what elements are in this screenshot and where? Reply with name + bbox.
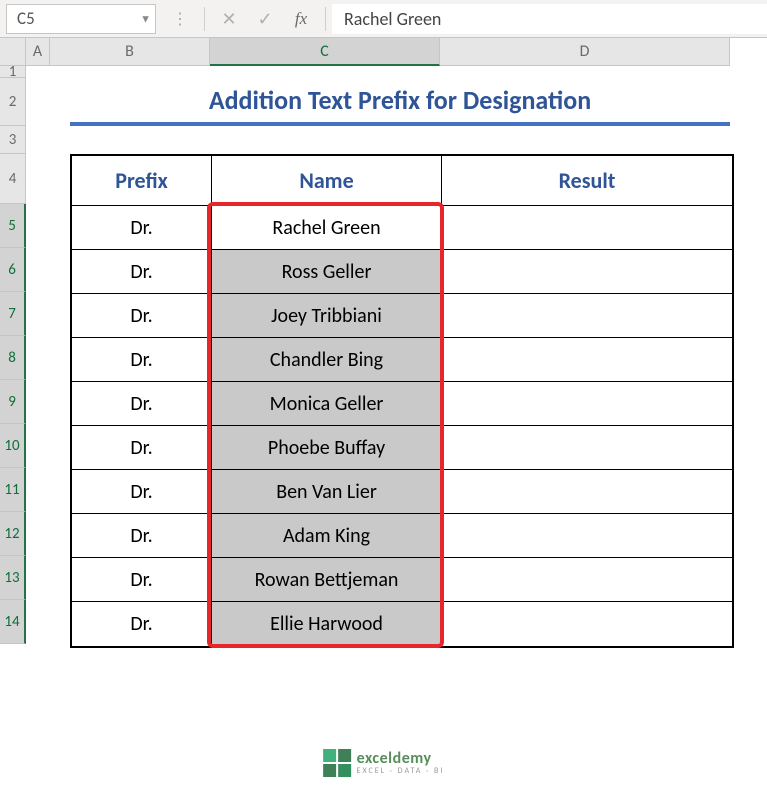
row-header-12[interactable]: 12: [0, 512, 26, 556]
cell-name[interactable]: Adam King: [212, 514, 442, 558]
table-row: Dr. Adam King: [72, 514, 732, 558]
divider: [204, 7, 205, 31]
cell-result[interactable]: [442, 382, 732, 426]
name-box[interactable]: C5 ▼: [6, 4, 156, 34]
cell-result[interactable]: [442, 338, 732, 382]
chevron-down-icon[interactable]: ▼: [140, 12, 151, 25]
watermark-logo: exceldemy EXCEL · DATA · BI: [323, 749, 445, 777]
cell-prefix[interactable]: Dr.: [72, 382, 212, 426]
table-row: Dr. Monica Geller: [72, 382, 732, 426]
cell-name[interactable]: Monica Geller: [212, 382, 442, 426]
cell-prefix[interactable]: Dr.: [72, 558, 212, 602]
cell-reference: C5: [17, 8, 35, 29]
table-row: Dr. Phoebe Buffay: [72, 426, 732, 470]
vertical-dots-icon: ⋮: [162, 9, 198, 29]
formula-bar: C5 ▼ ⋮ ✕ ✓ fx Rachel Green: [0, 0, 767, 38]
row-header-6[interactable]: 6: [0, 248, 26, 292]
table-row: Dr. Ben Van Lier: [72, 470, 732, 514]
cell-name[interactable]: Joey Tribbiani: [212, 294, 442, 338]
col-header-C[interactable]: C: [210, 38, 440, 66]
cell-result[interactable]: [442, 514, 732, 558]
cell-area[interactable]: Addition Text Prefix for Designation Pre…: [26, 66, 730, 644]
row-headers: 1 2 3 4 5 6 7 8 9 10 11 12 13 14: [0, 66, 26, 644]
cell-prefix[interactable]: Dr.: [72, 602, 212, 646]
col-header-A[interactable]: A: [26, 38, 50, 66]
cell-result[interactable]: [442, 602, 732, 646]
cell-prefix[interactable]: Dr.: [72, 338, 212, 382]
cell-prefix[interactable]: Dr.: [72, 206, 212, 250]
col-header-B[interactable]: B: [50, 38, 210, 66]
row-header-4[interactable]: 4: [0, 154, 26, 204]
cell-name[interactable]: Ellie Harwood: [212, 602, 442, 646]
divider: [325, 7, 326, 31]
cell-prefix[interactable]: Dr.: [72, 294, 212, 338]
row-header-7[interactable]: 7: [0, 292, 26, 336]
row-header-5[interactable]: 5: [0, 204, 26, 248]
excel-icon: [323, 749, 351, 777]
table-header-row: Prefix Name Result: [72, 156, 732, 206]
spreadsheet-grid: A B C D 1 2 3 4 5 6 7 8 9 10 11 12 13 14: [0, 38, 767, 727]
row-header-10[interactable]: 10: [0, 424, 26, 468]
row-header-8[interactable]: 8: [0, 336, 26, 380]
cell-result[interactable]: [442, 470, 732, 514]
cancel-button[interactable]: ✕: [211, 8, 247, 30]
cell-result[interactable]: [442, 558, 732, 602]
cell-name[interactable]: Rowan Bettjeman: [212, 558, 442, 602]
table-row: Dr. Ross Geller: [72, 250, 732, 294]
cell-prefix[interactable]: Dr.: [72, 250, 212, 294]
cell-name[interactable]: Chandler Bing: [212, 338, 442, 382]
cell-name[interactable]: Rachel Green: [212, 206, 442, 250]
row-header-1[interactable]: 1: [0, 66, 26, 78]
cell-prefix[interactable]: Dr.: [72, 470, 212, 514]
cell-result[interactable]: [442, 250, 732, 294]
watermark-tagline: EXCEL · DATA · BI: [357, 767, 445, 775]
data-table: Prefix Name Result Dr. Rachel Green Dr. …: [70, 154, 734, 648]
row-header-14[interactable]: 14: [0, 600, 26, 644]
formula-input[interactable]: Rachel Green: [332, 4, 767, 34]
row-header-13[interactable]: 13: [0, 556, 26, 600]
table-row: Dr. Joey Tribbiani: [72, 294, 732, 338]
close-icon: ✕: [221, 8, 236, 30]
column-headers: A B C D: [26, 38, 730, 66]
check-icon: ✓: [257, 8, 272, 30]
table-row: Dr. Rachel Green: [72, 206, 732, 250]
header-result[interactable]: Result: [442, 156, 732, 206]
formula-value: Rachel Green: [344, 8, 441, 30]
table-row: Dr. Chandler Bing: [72, 338, 732, 382]
cell-result[interactable]: [442, 294, 732, 338]
cell-result[interactable]: [442, 206, 732, 250]
cell-result[interactable]: [442, 426, 732, 470]
row-header-9[interactable]: 9: [0, 380, 26, 424]
row-header-11[interactable]: 11: [0, 468, 26, 512]
confirm-button[interactable]: ✓: [247, 8, 283, 30]
watermark-name: exceldemy: [357, 751, 445, 767]
cell-prefix[interactable]: Dr.: [72, 426, 212, 470]
table-row: Dr. Rowan Bettjeman: [72, 558, 732, 602]
sheet-title: Addition Text Prefix for Designation: [70, 78, 730, 126]
row-header-2[interactable]: 2: [0, 78, 26, 126]
cell-prefix[interactable]: Dr.: [72, 514, 212, 558]
col-header-D[interactable]: D: [440, 38, 730, 66]
header-prefix[interactable]: Prefix: [72, 156, 212, 206]
cell-name[interactable]: Ben Van Lier: [212, 470, 442, 514]
cell-name[interactable]: Ross Geller: [212, 250, 442, 294]
row-header-3[interactable]: 3: [0, 126, 26, 154]
cell-name[interactable]: Phoebe Buffay: [212, 426, 442, 470]
fx-label: fx: [295, 9, 307, 28]
table-row: Dr. Ellie Harwood: [72, 602, 732, 646]
header-name[interactable]: Name: [212, 156, 442, 206]
fx-button[interactable]: fx: [283, 9, 319, 29]
